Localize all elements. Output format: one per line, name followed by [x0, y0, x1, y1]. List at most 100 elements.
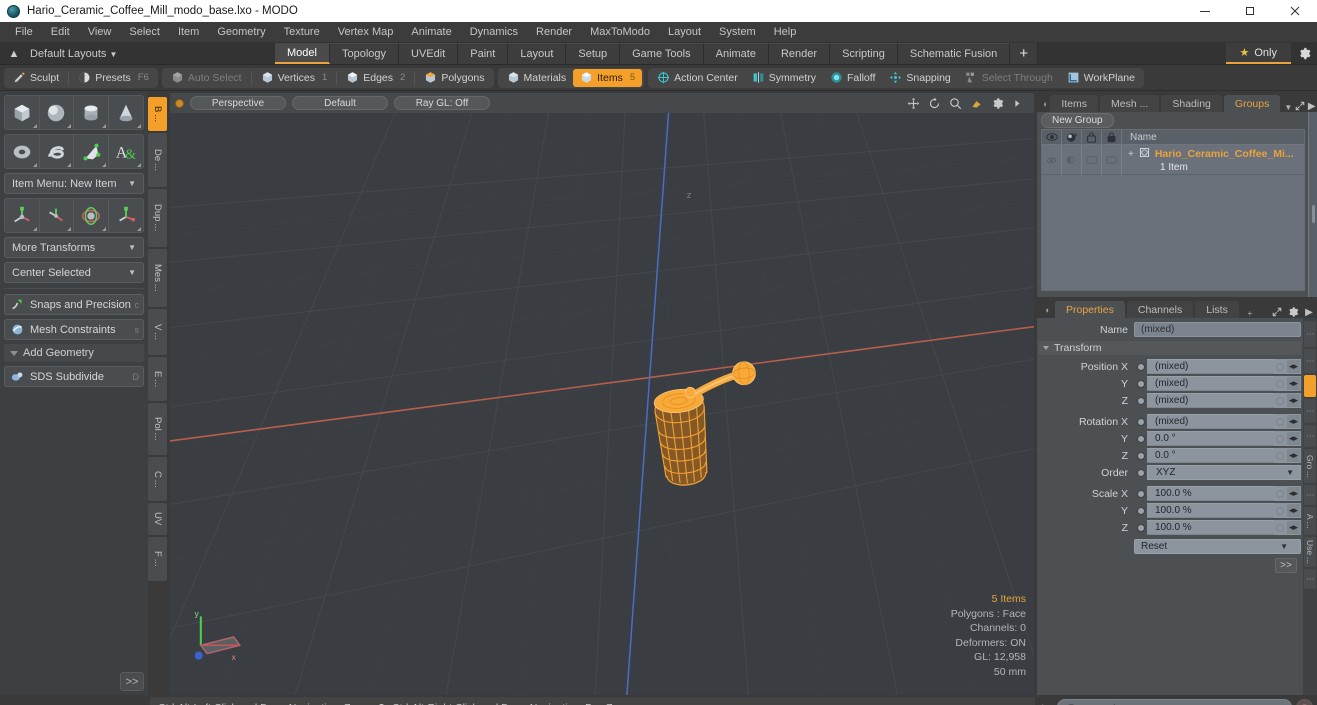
- vtab-polygon[interactable]: Pol ...: [148, 403, 167, 455]
- tab-setup[interactable]: Setup: [566, 43, 621, 64]
- ps-tab-5[interactable]: ⋮: [1304, 425, 1316, 447]
- maximize-button[interactable]: [1227, 0, 1272, 22]
- spiral-primitive-button[interactable]: [40, 135, 74, 168]
- properties-gear-icon[interactable]: [1285, 306, 1301, 318]
- scale-tool-button[interactable]: [74, 199, 109, 232]
- position-z-anim-toggle[interactable]: [1134, 395, 1147, 406]
- add-geometry-section[interactable]: Add Geometry: [4, 344, 144, 362]
- tab-shading[interactable]: Shading: [1161, 95, 1222, 112]
- scale-x-stepper[interactable]: ◂▸: [1286, 486, 1301, 501]
- tab-properties[interactable]: Properties: [1055, 301, 1125, 318]
- groups-list[interactable]: Name + Hario_Ceramic_Coffee_Mi... 1 Item: [1041, 129, 1305, 291]
- vtab-mesh[interactable]: Mes ...: [148, 249, 167, 307]
- scale-y-stepper[interactable]: ◂▸: [1286, 503, 1301, 518]
- rotate-icon[interactable]: [928, 97, 941, 110]
- rotation-x-anim-toggle[interactable]: [1134, 416, 1147, 427]
- scale-y-anim-toggle[interactable]: [1134, 505, 1147, 516]
- vtab-basic[interactable]: B ...: [148, 97, 167, 131]
- cylinder-primitive-button[interactable]: [74, 96, 109, 129]
- sphere-primitive-button[interactable]: [40, 96, 74, 129]
- menu-item-maxtomodo[interactable]: MaxToModo: [581, 22, 659, 43]
- ps-tab-user[interactable]: Use ...: [1304, 537, 1316, 567]
- rotation-y-input[interactable]: 0.0 °: [1147, 431, 1274, 446]
- menu-item-texture[interactable]: Texture: [275, 22, 329, 43]
- position-y-knob[interactable]: [1274, 376, 1286, 391]
- scale-z-knob[interactable]: [1274, 520, 1286, 535]
- menu-item-view[interactable]: View: [79, 22, 121, 43]
- ps-tab-a[interactable]: A ...: [1304, 507, 1316, 535]
- select-through-button[interactable]: Select Through: [958, 69, 1060, 87]
- presets-button[interactable]: Presets F6: [71, 69, 156, 87]
- raygl-toggle[interactable]: Ray GL: Off: [394, 96, 490, 110]
- center-selected-dropdown[interactable]: Center Selected ▼: [4, 262, 144, 283]
- snaps-and-precision-button[interactable]: Snaps and Precision c: [4, 294, 144, 315]
- menu-item-animate[interactable]: Animate: [402, 22, 460, 43]
- materials-mode-button[interactable]: Materials: [500, 69, 574, 87]
- tab-render[interactable]: Render: [768, 43, 831, 64]
- mesh-constraints-button[interactable]: Mesh Constraints s: [4, 319, 144, 340]
- rotation-y-stepper[interactable]: ◂▸: [1286, 431, 1301, 446]
- new-group-button[interactable]: New Group: [1041, 113, 1114, 128]
- scale-x-input[interactable]: 100.0 %: [1147, 486, 1274, 501]
- fit-icon[interactable]: [970, 97, 983, 110]
- menu-item-edit[interactable]: Edit: [42, 22, 79, 43]
- tab-topology[interactable]: Topology: [329, 43, 400, 64]
- groups-list-empty-area[interactable]: [1042, 175, 1304, 290]
- view-mode-dropdown[interactable]: Perspective: [190, 96, 286, 110]
- position-y-stepper[interactable]: ◂▸: [1286, 376, 1301, 391]
- expand-panel-icon[interactable]: [1294, 100, 1306, 112]
- ps-tab-2[interactable]: ⋮: [1304, 349, 1316, 373]
- menu-item-vertex-map[interactable]: Vertex Map: [329, 22, 403, 43]
- tube-primitive-button[interactable]: [74, 135, 109, 168]
- row-lock-toggle[interactable]: [1082, 145, 1102, 175]
- properties-menu-icon[interactable]: ◐: [1041, 301, 1055, 318]
- menu-item-file[interactable]: File: [6, 22, 42, 43]
- left-panel-more-button[interactable]: >>: [120, 672, 144, 691]
- rotation-y-knob[interactable]: [1274, 431, 1286, 446]
- position-x-input[interactable]: (mixed): [1147, 359, 1274, 374]
- transform-section-header[interactable]: Transform: [1039, 341, 1301, 355]
- order-dropdown[interactable]: XYZ ▼: [1147, 465, 1301, 480]
- tab-overflow-chevron-icon[interactable]: ▼: [1282, 103, 1294, 112]
- zoom-icon[interactable]: [949, 97, 962, 110]
- menu-item-system[interactable]: System: [710, 22, 765, 43]
- position-y-input[interactable]: (mixed): [1147, 376, 1274, 391]
- groups-scrollbar[interactable]: [1308, 112, 1317, 297]
- properties-chevron-right-icon[interactable]: ▶: [1301, 307, 1317, 318]
- rotation-z-input[interactable]: 0.0 °: [1147, 448, 1274, 463]
- order-anim-toggle[interactable]: [1134, 467, 1147, 478]
- more-transforms-dropdown[interactable]: More Transforms ▼: [4, 237, 144, 258]
- rotation-x-stepper[interactable]: ◂▸: [1286, 414, 1301, 429]
- rotation-z-knob[interactable]: [1274, 448, 1286, 463]
- ps-tab-3-active[interactable]: ⋮: [1304, 375, 1316, 397]
- panel-chevron-right-icon[interactable]: ▶: [1306, 101, 1317, 112]
- row-render-toggle[interactable]: [1062, 145, 1082, 175]
- move-tool-button[interactable]: [5, 199, 40, 232]
- wireframe-icon[interactable]: [1102, 129, 1122, 145]
- menu-item-item[interactable]: Item: [169, 22, 208, 43]
- pan-icon[interactable]: [907, 97, 920, 110]
- snapping-button[interactable]: Snapping: [882, 69, 957, 87]
- position-x-anim-toggle[interactable]: [1134, 361, 1147, 372]
- tab-schematic-fusion[interactable]: Schematic Fusion: [897, 43, 1011, 64]
- record-macro-button[interactable]: [1296, 699, 1313, 705]
- auto-select-button[interactable]: Auto Select: [164, 69, 249, 87]
- text-primitive-button[interactable]: A &: [109, 135, 144, 168]
- viewport-menu-dot-icon[interactable]: [175, 98, 184, 108]
- render-icon[interactable]: [1062, 129, 1082, 145]
- cone-primitive-button[interactable]: [109, 96, 144, 129]
- position-x-knob[interactable]: [1274, 359, 1286, 374]
- name-input[interactable]: (mixed): [1134, 322, 1301, 337]
- menu-item-render[interactable]: Render: [527, 22, 581, 43]
- menu-item-dynamics[interactable]: Dynamics: [461, 22, 527, 43]
- transform-tool-button[interactable]: [109, 199, 144, 232]
- visibility-icon[interactable]: [1042, 129, 1062, 145]
- reset-dropdown[interactable]: Reset ▼: [1134, 539, 1301, 554]
- vtab-uv[interactable]: UV: [148, 503, 167, 535]
- vtab-deform[interactable]: De ...: [148, 133, 167, 187]
- tab-layout[interactable]: Layout: [508, 43, 567, 64]
- sds-subdivide-button[interactable]: SDS Subdivide D: [4, 366, 144, 387]
- position-z-knob[interactable]: [1274, 393, 1286, 408]
- properties-more-button[interactable]: >>: [1275, 558, 1297, 573]
- row-visibility-toggle[interactable]: [1042, 145, 1062, 175]
